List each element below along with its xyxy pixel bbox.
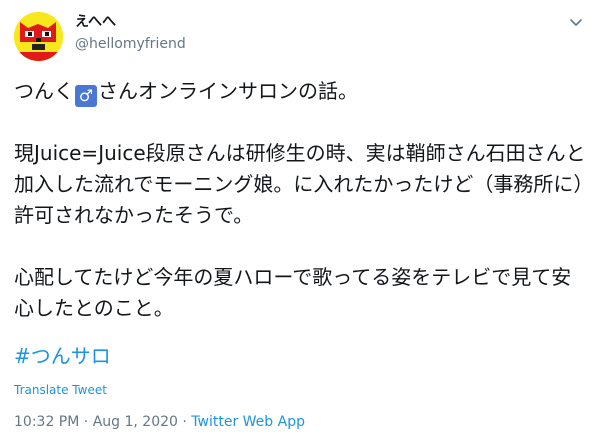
tweet-line-1-end: さんオンラインサロンの話。	[98, 79, 358, 103]
chevron-down-icon	[570, 19, 582, 26]
tweet-paragraph-3: 心配してたけど今年の夏ハローで歌ってる姿をテレビで見て安心したとのこと。	[14, 265, 572, 320]
tweet-time[interactable]: 10:32 PM	[14, 414, 79, 430]
avatar[interactable]	[14, 12, 63, 61]
meta-separator: ·	[79, 414, 93, 430]
cartoon-cat-face-icon	[14, 12, 63, 61]
tweet-line-1-start: つんく	[14, 79, 74, 103]
hashtag-link[interactable]: #つんサロ	[14, 342, 111, 370]
tweet-metadata: 10:32 PM · Aug 1, 2020 · Twitter Web App	[14, 413, 305, 431]
user-handle[interactable]: @hellomyfriend	[75, 35, 186, 53]
translate-tweet-link[interactable]: Translate Tweet	[14, 382, 107, 398]
tweet-text: つんく ♂ さんオンラインサロンの話。 現Juice=Juice段原さんは研修生の時…	[14, 76, 586, 324]
more-options-button[interactable]	[566, 12, 586, 32]
tweet-date[interactable]: Aug 1, 2020	[93, 414, 178, 430]
male-sign-emoji: ♂	[75, 85, 97, 107]
tweet-source-link[interactable]: Twitter Web App	[191, 414, 305, 430]
meta-separator: ·	[177, 414, 192, 430]
tweet-paragraph-2: 現Juice=Juice段原さんは研修生の時、実は鞘師さん石田さんと加入した流れ…	[14, 141, 586, 227]
tweet-card: えへへ @hellomyfriend つんく ♂ さんオンラインサロンの話。 現Ju…	[0, 0, 598, 439]
display-name[interactable]: えへへ	[75, 13, 116, 31]
tweet-line-1: つんく ♂ さんオンラインサロンの話。	[14, 76, 586, 107]
